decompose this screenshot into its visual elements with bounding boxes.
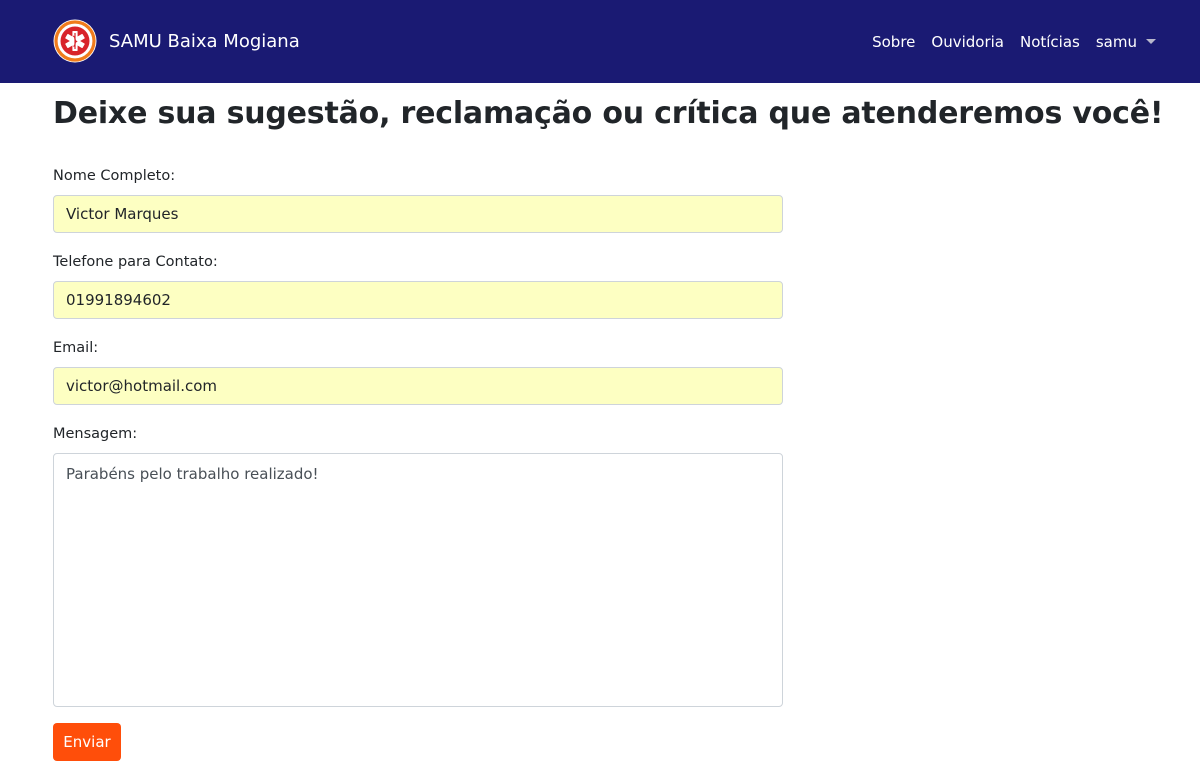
email-label: Email: (53, 340, 99, 356)
user-menu-dropdown[interactable]: samu (1096, 33, 1156, 51)
top-navbar: SAMU Baixa Mogiana Sobre Ouvidoria Notíc… (0, 0, 1200, 83)
name-input[interactable] (53, 195, 783, 233)
submit-button[interactable]: Enviar (53, 723, 121, 761)
brand-link[interactable]: SAMU Baixa Mogiana (53, 19, 300, 63)
message-textarea[interactable]: Parabéns pelo trabalho realizado! (53, 453, 783, 707)
phone-label: Telefone para Contato: (53, 254, 218, 270)
caret-down-icon (1146, 38, 1156, 44)
nav-link-sobre[interactable]: Sobre (872, 33, 915, 51)
main-nav: Sobre Ouvidoria Notícias samu (872, 30, 1156, 54)
nav-link-noticias[interactable]: Notícias (1020, 33, 1080, 51)
message-label: Mensagem: (53, 426, 138, 442)
phone-input[interactable] (53, 281, 783, 319)
name-label: Nome Completo: (53, 168, 176, 184)
samu-star-of-life-icon (53, 19, 97, 63)
nav-link-ouvidoria[interactable]: Ouvidoria (931, 33, 1004, 51)
user-menu-label: samu (1095, 33, 1137, 51)
page-title: Deixe sua sugestão, reclamação ou crític… (53, 96, 1164, 131)
email-input[interactable] (53, 367, 783, 405)
brand-name: SAMU Baixa Mogiana (109, 30, 300, 52)
